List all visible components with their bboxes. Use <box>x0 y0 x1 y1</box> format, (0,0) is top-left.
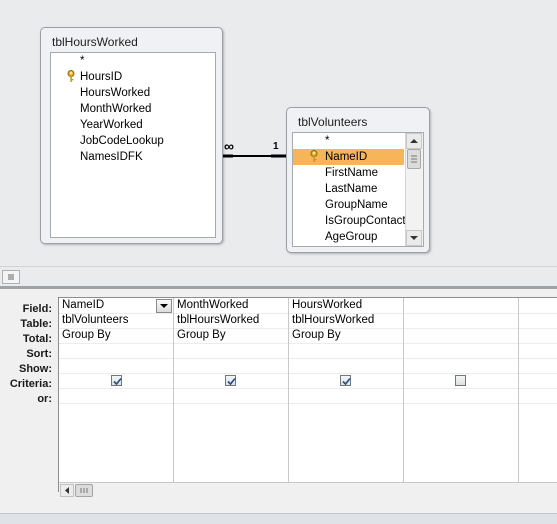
field-item[interactable]: YearWorked <box>80 117 143 133</box>
table-volunteers[interactable]: tblVolunteers * NameID FirstName LastNam… <box>286 107 430 253</box>
row-label-show: Show: <box>19 363 52 375</box>
field-item[interactable]: HoursWorked <box>80 85 150 101</box>
field-item-selected[interactable]: NameID <box>293 149 404 165</box>
grid-column[interactable]: HoursWorked tblHoursWorked Group By <box>289 298 404 491</box>
field-item[interactable]: * <box>80 53 84 69</box>
grid-column[interactable]: NameID tblVolunteers Group By <box>59 298 174 491</box>
field-list-hoursworked: * HoursID HoursWorked MonthWorked YearWo… <box>50 52 216 238</box>
field-dropdown-button[interactable] <box>156 299 172 313</box>
field-cell[interactable]: HoursWorked <box>289 298 362 313</box>
show-checkbox[interactable] <box>455 375 466 386</box>
show-checkbox[interactable] <box>225 375 236 386</box>
field-label: NameID <box>325 151 368 163</box>
field-item[interactable]: AgeGroup <box>325 229 377 245</box>
show-checkbox[interactable] <box>340 375 351 386</box>
field-item[interactable]: JobCodeLookup <box>80 133 164 149</box>
row-label-or: or: <box>37 393 52 405</box>
status-bar <box>0 513 557 524</box>
primary-key-icon <box>310 150 318 163</box>
total-cell[interactable]: Group By <box>289 328 341 343</box>
field-cell[interactable]: NameID <box>59 298 157 313</box>
field-item[interactable]: NamesIDFK <box>80 149 143 165</box>
scroll-thumb[interactable] <box>75 484 93 497</box>
scroll-up-button[interactable] <box>406 133 422 149</box>
scroll-left-button[interactable] <box>60 484 74 497</box>
scroll-down-button[interactable] <box>406 230 422 246</box>
scroll-thumb[interactable] <box>407 149 421 169</box>
row-label-criteria: Criteria: <box>9 378 52 390</box>
table-cell[interactable]: tblHoursWorked <box>289 313 374 328</box>
row-label-sort: Sort: <box>26 348 52 360</box>
field-cell[interactable] <box>519 298 522 313</box>
field-item[interactable]: FirstName <box>325 165 378 181</box>
relationship-many-label: ∞ <box>224 138 234 154</box>
table-hoursworked[interactable]: tblHoursWorked * HoursID HoursWorked Mon… <box>40 27 223 244</box>
field-list-volunteers: * NameID FirstName LastName GroupName Is… <box>292 132 424 247</box>
field-cell[interactable]: MonthWorked <box>174 298 248 313</box>
grid-horizontal-scrollbar[interactable] <box>59 482 557 499</box>
field-item[interactable]: GroupName <box>325 197 388 213</box>
row-label-total: Total: <box>22 333 52 345</box>
table-cell[interactable]: tblHoursWorked <box>174 313 259 328</box>
field-item[interactable]: * <box>325 133 329 149</box>
grid-column[interactable] <box>519 298 557 491</box>
row-label-table: Table: <box>20 318 52 330</box>
total-cell[interactable]: Group By <box>174 328 226 343</box>
field-item[interactable]: IsGroupContact <box>325 213 405 229</box>
field-list-scrollbar[interactable] <box>405 133 423 246</box>
field-item[interactable]: MonthWorked <box>80 101 151 117</box>
splitter-scroll-handle[interactable] <box>2 270 20 284</box>
table-cell[interactable]: tblVolunteers <box>59 313 129 328</box>
relationship-one-label: 1 <box>273 141 279 152</box>
field-cell[interactable] <box>404 298 407 313</box>
design-grid-area: Field: Table: Total: Sort: Show: Criteri… <box>0 289 557 513</box>
field-item[interactable]: LastName <box>325 181 377 197</box>
grid-column[interactable]: MonthWorked tblHoursWorked Group By <box>174 298 289 491</box>
pane-splitter[interactable] <box>0 266 557 286</box>
table-title-volunteers[interactable]: tblVolunteers <box>298 115 367 129</box>
row-label-field: Field: <box>22 303 52 315</box>
query-design-grid: NameID tblVolunteers Group By MonthWorke… <box>58 297 557 492</box>
field-item[interactable]: HoursID <box>80 69 122 85</box>
primary-key-icon <box>67 70 75 83</box>
total-cell[interactable]: Group By <box>59 328 111 343</box>
grid-column[interactable] <box>404 298 519 491</box>
show-checkbox[interactable] <box>111 375 122 386</box>
table-title-hoursworked[interactable]: tblHoursWorked <box>52 35 138 49</box>
query-design-pane: tblHoursWorked * HoursID HoursWorked Mon… <box>0 0 557 266</box>
